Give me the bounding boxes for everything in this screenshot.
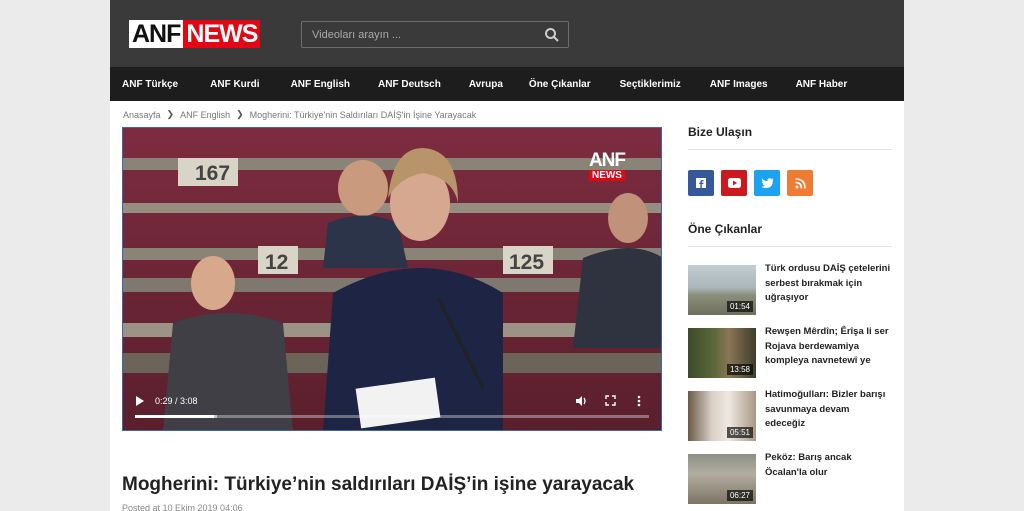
nav-sectiklerimiz[interactable]: Seçtiklerimiz	[620, 79, 695, 90]
chevron-right-icon: ❯	[236, 109, 244, 119]
facebook-icon[interactable]	[688, 170, 714, 196]
featured-list: 01:54 Türk ordusu DAİŞ çetelerini serbes…	[688, 262, 892, 507]
featured-title[interactable]: Hatimoğulları: Bizler barışı savunmaya d…	[765, 388, 892, 444]
page: ANF NEWS ANF Türkçe ANF Kurdi ANF Englis…	[110, 0, 904, 511]
rss-icon[interactable]	[787, 170, 813, 196]
breadcrumb-current: Mogherini: Türkiye'nin Saldırıları DAİŞ'…	[249, 109, 477, 120]
main-nav: ANF Türkçe ANF Kurdi ANF English ANF Deu…	[110, 67, 904, 101]
video-thumbnail[interactable]: 06:27	[688, 454, 756, 504]
video-player[interactable]: 167 12 125 83 ANF NEWS 0:29 / 3:08	[122, 127, 662, 431]
nav-anf-deutsch[interactable]: ANF Deutsch	[378, 79, 455, 90]
featured-item[interactable]: 06:27 Peköz: Barış ancak Öcalan'la olur	[688, 451, 892, 507]
contact-heading: Bize Ulaşın	[688, 125, 892, 150]
search-input[interactable]	[302, 22, 538, 47]
posted-date: Posted at 10 Ekim 2019 04:06	[122, 503, 243, 511]
featured-item[interactable]: 01:54 Türk ordusu DAİŞ çetelerini serbes…	[688, 262, 892, 318]
seat-number-12: 12	[265, 251, 288, 274]
video-duration: 01:54	[726, 301, 753, 312]
video-duration: 06:27	[726, 490, 753, 501]
video-thumbnail[interactable]: 05:51	[688, 391, 756, 441]
nav-anf-turkce[interactable]: ANF Türkçe	[122, 79, 192, 90]
site-header: ANF NEWS	[110, 0, 904, 67]
fullscreen-icon[interactable]	[605, 395, 616, 406]
watermark-news: NEWS	[588, 170, 625, 181]
featured-heading: Öne Çıkanlar	[688, 222, 892, 247]
chevron-right-icon: ❯	[166, 109, 175, 119]
video-time: 0:29 / 3:08	[155, 396, 198, 406]
nav-one-cikanlar[interactable]: Öne Çıkanlar	[529, 79, 605, 90]
featured-title[interactable]: Peköz: Barış ancak Öcalan'la olur	[765, 451, 892, 507]
seat-number-167: 167	[195, 162, 230, 185]
video-frame: 167 12 125 83	[123, 128, 661, 430]
video-duration: 05:51	[726, 427, 753, 438]
video-duration: 13:58	[726, 364, 753, 375]
breadcrumb-category[interactable]: ANF English	[180, 110, 230, 120]
featured-item[interactable]: 13:58 Rewşen Mêrdîn; Êrîşa li ser Rojava…	[688, 325, 892, 381]
breadcrumb: Anasayfa ❯ ANF English ❯ Mogherini: Türk…	[123, 109, 476, 120]
search-icon[interactable]	[544, 27, 560, 43]
nav-avrupa[interactable]: Avrupa	[469, 79, 517, 90]
nav-anf-images[interactable]: ANF Images	[710, 79, 782, 90]
social-links	[688, 170, 892, 196]
video-thumbnail[interactable]: 01:54	[688, 265, 756, 315]
article-title: Mogherini: Türkiye’nin saldırıları DAİŞ’…	[122, 474, 635, 495]
nav-anf-haber[interactable]: ANF Haber	[796, 79, 862, 90]
youtube-icon[interactable]	[721, 170, 747, 196]
anf-news-watermark: ANF NEWS	[588, 150, 626, 181]
featured-title[interactable]: Rewşen Mêrdîn; Êrîşa li ser Rojava berde…	[765, 325, 892, 381]
featured-title[interactable]: Türk ordusu DAİŞ çetelerini serbest bıra…	[765, 262, 892, 318]
seat-number-125: 125	[509, 251, 544, 274]
logo-news: NEWS	[183, 20, 261, 48]
video-progress-bar[interactable]	[135, 415, 649, 418]
breadcrumb-home[interactable]: Anasayfa	[123, 110, 161, 120]
video-thumbnail[interactable]: 13:58	[688, 328, 756, 378]
sidebar: Bize Ulaşın Öne Çıkanlar 01:54 Türk ordu…	[688, 125, 892, 507]
volume-icon[interactable]	[575, 395, 588, 407]
nav-anf-english[interactable]: ANF English	[291, 79, 364, 90]
twitter-icon[interactable]	[754, 170, 780, 196]
video-controls: 0:29 / 3:08	[123, 388, 661, 430]
nav-anf-kurdi[interactable]: ANF Kurdi	[210, 79, 273, 90]
logo-anf: ANF	[129, 20, 184, 48]
more-options-icon[interactable]	[637, 395, 641, 407]
featured-item[interactable]: 05:51 Hatimoğulları: Bizler barışı savun…	[688, 388, 892, 444]
watermark-anf: ANF	[588, 150, 626, 171]
play-icon[interactable]	[135, 395, 145, 407]
progress-played	[135, 415, 215, 418]
search-box	[301, 21, 569, 48]
anf-news-logo[interactable]: ANF NEWS	[129, 20, 261, 48]
